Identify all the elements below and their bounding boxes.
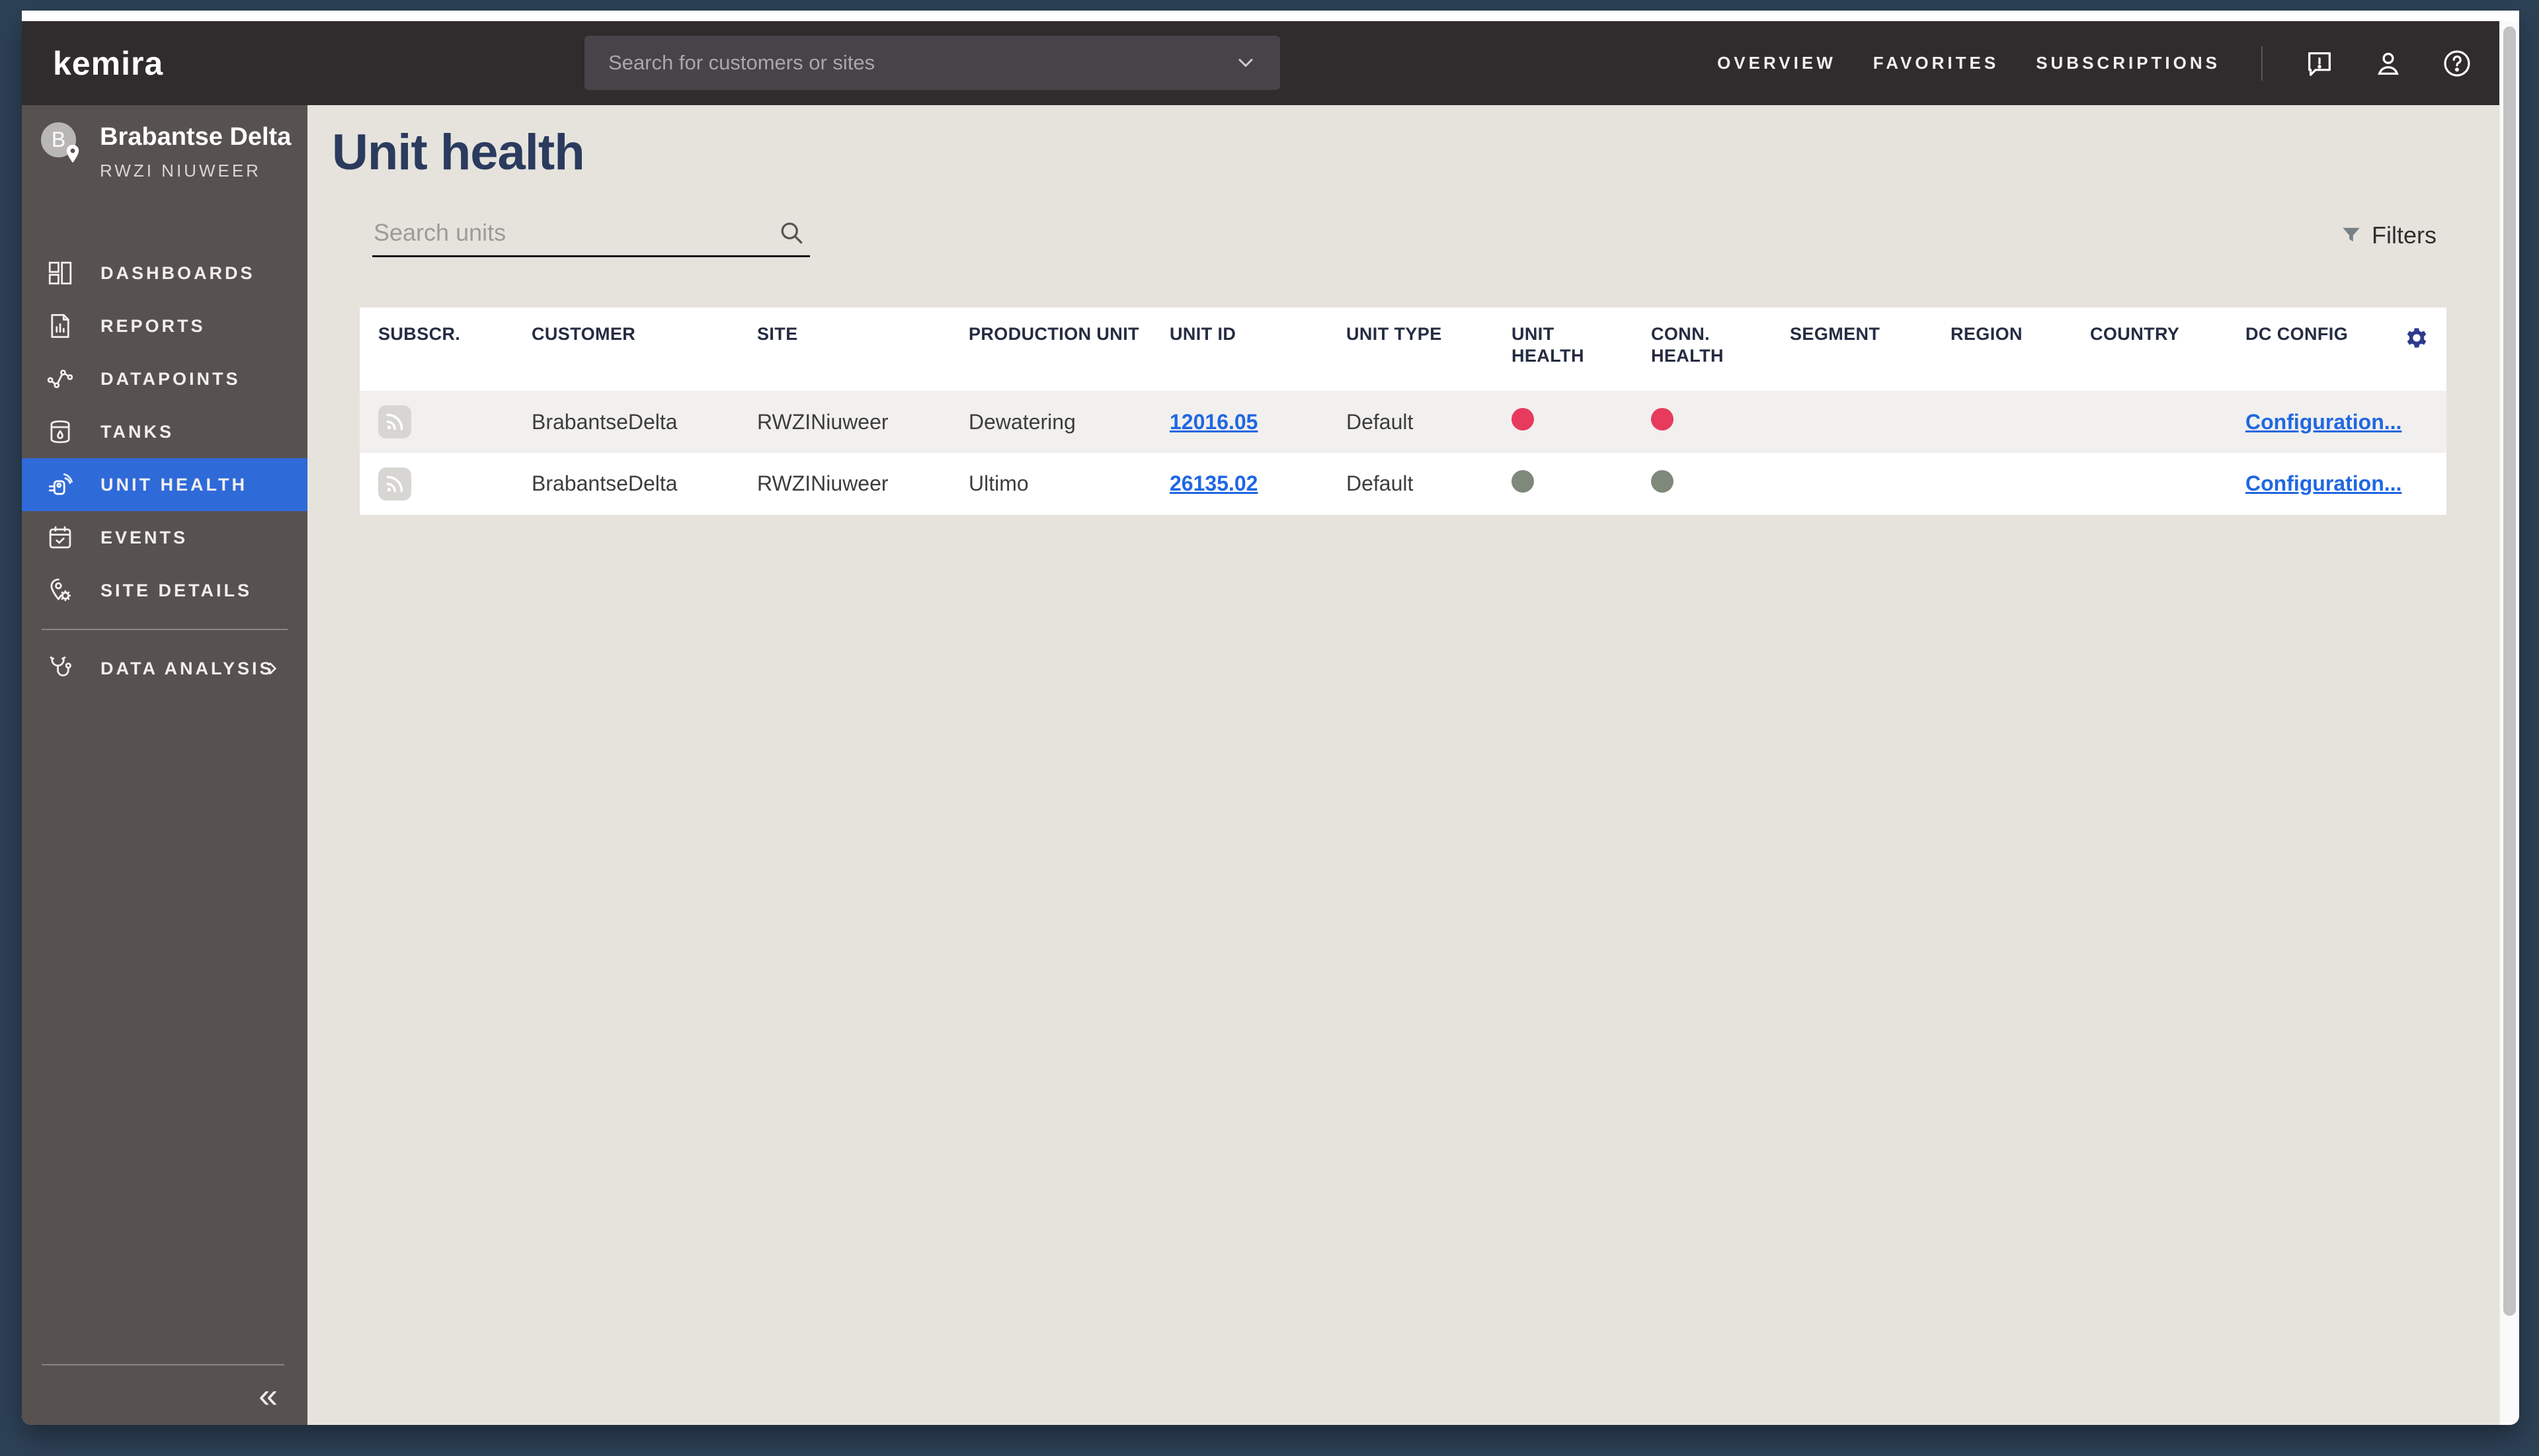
dc-configuration-link[interactable]: Configuration... <box>2245 471 2401 495</box>
cell-customer: BrabantseDelta <box>532 409 678 434</box>
col-subscr[interactable]: SUBSCR. <box>360 307 513 391</box>
cell-country <box>2072 453 2227 515</box>
sidebar-item-reports[interactable]: REPORTS <box>22 300 307 352</box>
search-icon[interactable] <box>777 218 806 247</box>
col-unit-type[interactable]: UNIT TYPE <box>1328 307 1493 391</box>
sidebar-item-datapoints[interactable]: DATAPOINTS <box>22 352 307 405</box>
customer-profile: B Brabantse Delta RWZI NIUWEER <box>22 122 307 181</box>
unit-health-status-dot <box>1511 469 1534 493</box>
col-dc-config[interactable]: DC CONFIG <box>2227 307 2398 391</box>
site-details-icon <box>45 575 75 606</box>
tank-icon <box>45 417 75 447</box>
col-segment[interactable]: SEGMENT <box>1771 307 1932 391</box>
user-account-icon[interactable] <box>2372 48 2404 79</box>
col-country[interactable]: COUNTRY <box>2072 307 2227 391</box>
cell-region <box>1932 391 2072 453</box>
cell-production-unit: Ultimo <box>969 471 1029 496</box>
customer-site-search-input[interactable] <box>607 50 1234 75</box>
datapoints-icon <box>45 364 75 394</box>
app-window: kemira OVERVIEW FAVORITES SUBSCRIPTIONS <box>22 11 2519 1425</box>
filter-funnel-icon <box>2343 227 2360 242</box>
sidebar-item-events[interactable]: EVENTS <box>22 511 307 564</box>
subscribe-rss-icon[interactable] <box>378 467 411 501</box>
desktop-background: kemira OVERVIEW FAVORITES SUBSCRIPTIONS <box>0 0 2539 1456</box>
nav-favorites[interactable]: FAVORITES <box>1873 53 1999 73</box>
report-icon <box>45 311 75 341</box>
menu-divider <box>42 629 288 630</box>
cell-region <box>1932 453 2072 515</box>
table-header-row: SUBSCR. CUSTOMER SITE PRODUCTION UNIT UN… <box>360 307 2446 391</box>
nav-subscriptions[interactable]: SUBSCRIPTIONS <box>2036 53 2220 73</box>
customer-site-search[interactable] <box>584 36 1280 90</box>
window-scrollbar[interactable] <box>2499 21 2519 1425</box>
col-conn-health[interactable]: CONN. HEALTH <box>1632 307 1771 391</box>
site-name: RWZI NIUWEER <box>100 161 261 181</box>
unit-health-status-dot <box>1511 408 1534 430</box>
top-navigation: OVERVIEW FAVORITES SUBSCRIPTIONS <box>1717 21 2473 105</box>
sidebar-item-site-details[interactable]: SITE DETAILS <box>22 564 307 617</box>
unit-search-input[interactable] <box>372 218 777 247</box>
cell-segment <box>1771 391 1932 453</box>
page-title: Unit health <box>332 124 585 181</box>
filters-label: Filters <box>2372 222 2437 249</box>
unit-search[interactable] <box>372 210 810 257</box>
cell-production-unit: Dewatering <box>969 409 1076 434</box>
chevron-down-icon[interactable] <box>1234 51 1258 75</box>
cell-site: RWZINiuweer <box>757 409 889 434</box>
conn-health-status-dot <box>1651 408 1673 430</box>
main-content: Unit health Filters <box>307 105 2499 1425</box>
subscribe-rss-icon[interactable] <box>378 405 411 438</box>
stethoscope-icon <box>45 653 75 684</box>
col-production-unit[interactable]: PRODUCTION UNIT <box>950 307 1151 391</box>
table-row[interactable]: BrabantseDelta RWZINiuweer Ultimo 26135.… <box>360 453 2446 515</box>
cell-unit-type: Default <box>1346 409 1414 434</box>
feedback-icon[interactable] <box>2304 48 2335 79</box>
filters-button[interactable]: Filters <box>2340 222 2437 249</box>
sidebar-item-unit-health[interactable]: UNIT HEALTH <box>22 458 307 511</box>
help-icon[interactable] <box>2441 48 2473 79</box>
unit-id-link[interactable]: 12016.05 <box>1170 410 1258 434</box>
sidebar-menu: DASHBOARDS REPORTS DATAPOINTS TANKS UNIT… <box>22 247 307 695</box>
sidebar: B Brabantse Delta RWZI NIUWEER DASHBOARD… <box>22 105 307 1425</box>
customer-name: Brabantse Delta <box>100 123 292 151</box>
unit-health-icon <box>45 469 75 500</box>
avatar: B <box>41 122 79 163</box>
sidebar-collapse-button[interactable]: « <box>259 1379 278 1413</box>
calendar-check-icon <box>45 522 75 553</box>
sidebar-item-data-analysis[interactable]: DATA ANALYSIS <box>22 642 307 695</box>
chevron-right-icon <box>269 663 277 674</box>
col-unit-id[interactable]: UNIT ID <box>1151 307 1328 391</box>
kemira-logo: kemira <box>53 44 164 82</box>
dc-configuration-link[interactable]: Configuration... <box>2245 410 2401 434</box>
nav-separator <box>2261 46 2263 81</box>
cell-country <box>2072 391 2227 453</box>
scrollbar-thumb[interactable] <box>2503 26 2516 1316</box>
sidebar-item-dashboards[interactable]: DASHBOARDS <box>22 247 307 300</box>
top-bar: kemira OVERVIEW FAVORITES SUBSCRIPTIONS <box>22 21 2499 105</box>
col-unit-health[interactable]: UNIT HEALTH <box>1493 307 1632 391</box>
col-site[interactable]: SITE <box>739 307 950 391</box>
unit-health-table: SUBSCR. CUSTOMER SITE PRODUCTION UNIT UN… <box>360 307 2446 516</box>
location-pin-icon <box>66 144 79 163</box>
dashboard-icon <box>45 258 75 288</box>
column-settings-gear-icon[interactable] <box>2398 323 2436 352</box>
col-region[interactable]: REGION <box>1932 307 2072 391</box>
cell-customer: BrabantseDelta <box>532 471 678 496</box>
unit-id-link[interactable]: 26135.02 <box>1170 471 1258 495</box>
cell-unit-type: Default <box>1346 471 1414 496</box>
sidebar-bottom-divider <box>42 1364 284 1365</box>
cell-site: RWZINiuweer <box>757 471 889 496</box>
cell-segment <box>1771 453 1932 515</box>
table-row[interactable]: BrabantseDelta RWZINiuweer Dewatering 12… <box>360 391 2446 453</box>
conn-health-status-dot <box>1651 469 1673 493</box>
sidebar-item-tanks[interactable]: TANKS <box>22 405 307 458</box>
nav-overview[interactable]: OVERVIEW <box>1717 53 1836 73</box>
col-customer[interactable]: CUSTOMER <box>513 307 739 391</box>
